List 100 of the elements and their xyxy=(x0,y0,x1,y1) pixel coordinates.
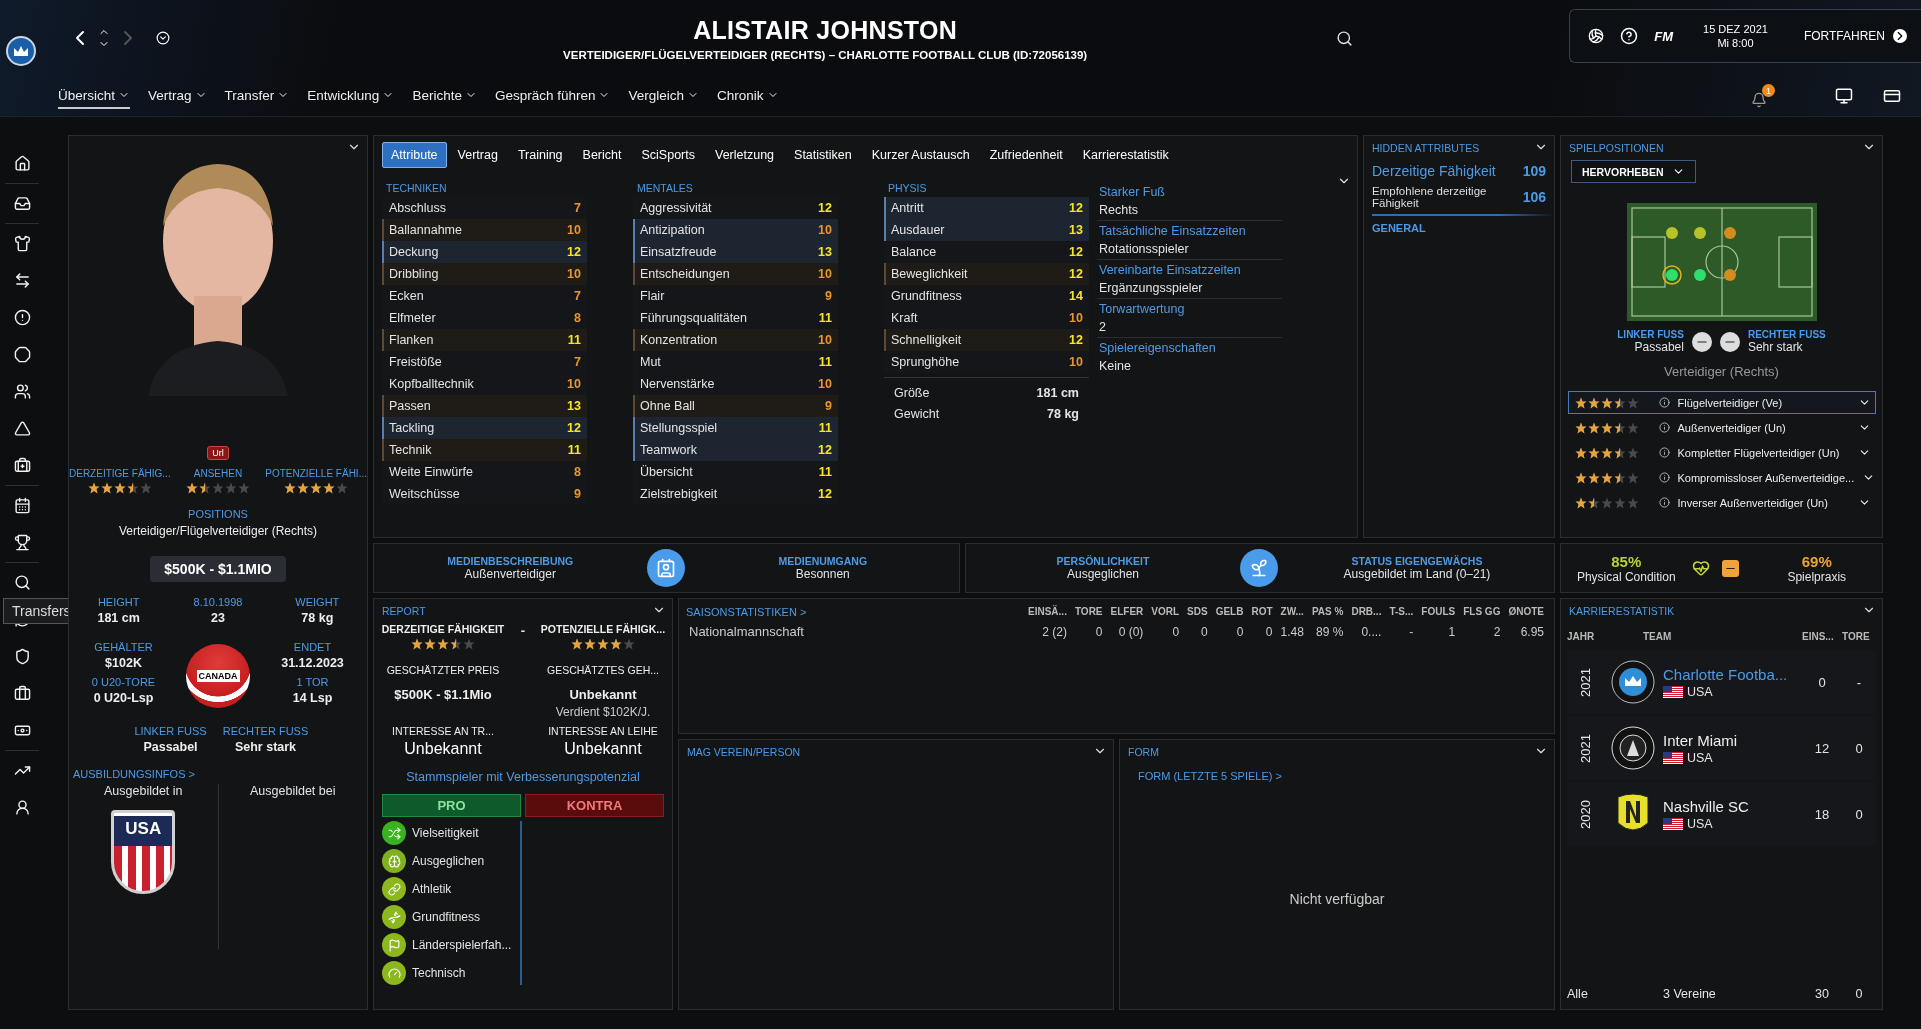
tab[interactable]: Verletzung xyxy=(706,142,784,168)
continue-button[interactable]: FORTFAHREN xyxy=(1803,29,1907,43)
attribute-name: Grundfitness xyxy=(891,289,962,303)
nav-menu-item[interactable]: Transfer xyxy=(224,83,290,109)
star-icon xyxy=(212,482,224,494)
role-row[interactable]: Außenverteidiger (Un) xyxy=(1567,416,1876,439)
role-row[interactable]: Kompletter Flügelverteidiger (Un) xyxy=(1567,441,1876,464)
nav-menu-item[interactable]: Entwicklung xyxy=(307,83,395,109)
tab[interactable]: Training xyxy=(508,142,572,168)
column-header[interactable]: EINSÄ... xyxy=(1024,603,1071,620)
table-cell-text: 1.48 xyxy=(1279,623,1305,641)
attribute-value: 10 xyxy=(567,223,581,237)
star-icon xyxy=(1613,446,1626,459)
column-header[interactable]: ELFER xyxy=(1106,603,1148,620)
star-icon xyxy=(1587,471,1600,484)
column-header[interactable]: ROT xyxy=(1247,603,1277,620)
dropdown-icon[interactable] xyxy=(156,31,170,45)
attribute-name: Balance xyxy=(891,245,937,259)
star-icon xyxy=(87,482,100,494)
tab[interactable]: Kurzer Austausch xyxy=(862,142,979,168)
info-icon[interactable] xyxy=(1658,397,1670,408)
column-header[interactable]: VORL xyxy=(1147,603,1184,620)
team-name[interactable]: Charlotte Footba... xyxy=(1663,665,1802,683)
notification-badge: 1 xyxy=(1762,84,1775,97)
training-info-link[interactable]: AUSBILDUNGSINFOS > xyxy=(69,754,367,784)
time-text: Mi 8:00 xyxy=(1717,36,1754,50)
attribute-value: 7 xyxy=(574,201,581,215)
body-label: Gewicht xyxy=(894,406,940,421)
column-header[interactable]: PAS % xyxy=(1307,603,1348,620)
tab[interactable]: Karrierestatistik xyxy=(1073,142,1178,168)
role-row[interactable]: Flügelverteidiger (Ve) xyxy=(1567,391,1876,414)
highlight-dropdown[interactable]: HERVORHEBEN xyxy=(1571,160,1696,183)
info-icon[interactable] xyxy=(1658,422,1670,433)
attribute-value: 11 xyxy=(567,333,581,347)
attribute-value: 13 xyxy=(567,399,581,413)
table-cell-text: 6.95 xyxy=(1519,623,1545,641)
season-stats-link[interactable]: SAISONSTATISTIKEN > xyxy=(686,606,807,618)
column-header[interactable]: SDS xyxy=(1183,603,1212,620)
tab[interactable]: Zufriedenheit xyxy=(980,142,1072,168)
table-cell-text: - xyxy=(1855,674,1863,690)
attribute-name: Sprunghöhe xyxy=(891,355,960,369)
column-header[interactable]: T-S... xyxy=(1385,603,1418,620)
tab[interactable]: Vertrag xyxy=(448,142,507,168)
nav-menu-item[interactable]: Berichte xyxy=(412,83,477,109)
condition-label: Spielpraxis xyxy=(1787,569,1847,584)
nav-menu-item[interactable]: Gespräch führen xyxy=(494,83,611,109)
column-header[interactable]: JAHR xyxy=(1567,623,1603,650)
table-cell-text: 12 xyxy=(1813,740,1831,756)
nav-menu-item[interactable]: Übersicht xyxy=(58,83,131,109)
attribute-name: Deckung xyxy=(389,245,439,259)
table-cell-text: 18 xyxy=(1813,806,1831,822)
table-cell-text: 0 (0) xyxy=(1117,623,1145,641)
attribute-value: 9 xyxy=(574,487,581,501)
column-header[interactable]: ØNOTE xyxy=(1504,603,1548,620)
arrow-right-icon[interactable] xyxy=(1893,29,1907,43)
info-icon[interactable] xyxy=(1658,497,1670,508)
strip-label: MEDIENUMGANG xyxy=(778,555,868,567)
role-row[interactable]: Kompromissloser Außenverteidige... xyxy=(1567,466,1876,489)
help-icon[interactable] xyxy=(1620,27,1639,45)
column-header[interactable]: GELB xyxy=(1211,603,1248,620)
info-icon[interactable] xyxy=(1658,472,1670,483)
fm-logo[interactable]: FM xyxy=(1654,28,1674,44)
nav-menu-item[interactable]: Vergleich xyxy=(628,83,699,109)
ability-label: POTENZIELLE FÄHIGK... xyxy=(540,623,666,635)
star-icon xyxy=(297,482,310,494)
star-icon xyxy=(1587,446,1600,459)
role-row[interactable]: Inverser Außenverteidiger (Un) xyxy=(1567,491,1876,514)
card-icon[interactable] xyxy=(1883,87,1901,105)
star-icon xyxy=(100,482,113,494)
trait-label: Vielseitigkeit xyxy=(412,826,479,840)
team-name[interactable]: Inter Miami xyxy=(1663,731,1802,749)
monitor-icon[interactable] xyxy=(1835,87,1853,105)
column-header[interactable]: FLS GG xyxy=(1459,603,1505,620)
attribute-value: 12 xyxy=(818,487,832,501)
star-icon xyxy=(584,638,596,650)
star-icon xyxy=(1626,421,1639,434)
info-icon[interactable] xyxy=(1658,447,1670,458)
club-logo[interactable] xyxy=(6,36,36,66)
ball-icon[interactable] xyxy=(1588,28,1605,44)
column-header[interactable]: TORE xyxy=(1070,603,1107,620)
tab[interactable]: Bericht xyxy=(573,142,631,168)
fact-value: 78 kg xyxy=(301,611,334,625)
player-subtitle: VERTEIDIGER/FLÜGELVERTEIDIGER (RECHTS) – CHARLOTTE FOOTBALL CLUB (ID:72056139) xyxy=(563,48,1088,61)
nav-menu-item[interactable]: Chronik xyxy=(717,83,779,109)
column-header[interactable]: FOULS xyxy=(1417,603,1460,620)
column-header[interactable]: DRB... xyxy=(1347,603,1386,620)
column-header[interactable]: EINS... xyxy=(1802,623,1842,650)
column-header[interactable]: TORE xyxy=(1842,623,1876,650)
star-icon xyxy=(1600,446,1613,459)
star-icon xyxy=(1587,496,1600,509)
tab[interactable]: Statistiken xyxy=(785,142,861,168)
crown-crest-icon xyxy=(1611,660,1655,704)
column-header[interactable]: ZW... xyxy=(1276,603,1308,620)
form-link[interactable]: FORM (LETZTE 5 SPIELE) > xyxy=(1120,764,1290,788)
tab[interactable]: SciSports xyxy=(632,142,704,168)
nav-menu-item[interactable]: Vertrag xyxy=(148,83,207,109)
column-header[interactable]: TEAM xyxy=(1603,623,1802,650)
team-name[interactable]: Nashville SC xyxy=(1663,797,1802,815)
attribute-name: Zielstrebigkeit xyxy=(640,487,718,501)
tab[interactable]: Attribute xyxy=(382,142,447,168)
